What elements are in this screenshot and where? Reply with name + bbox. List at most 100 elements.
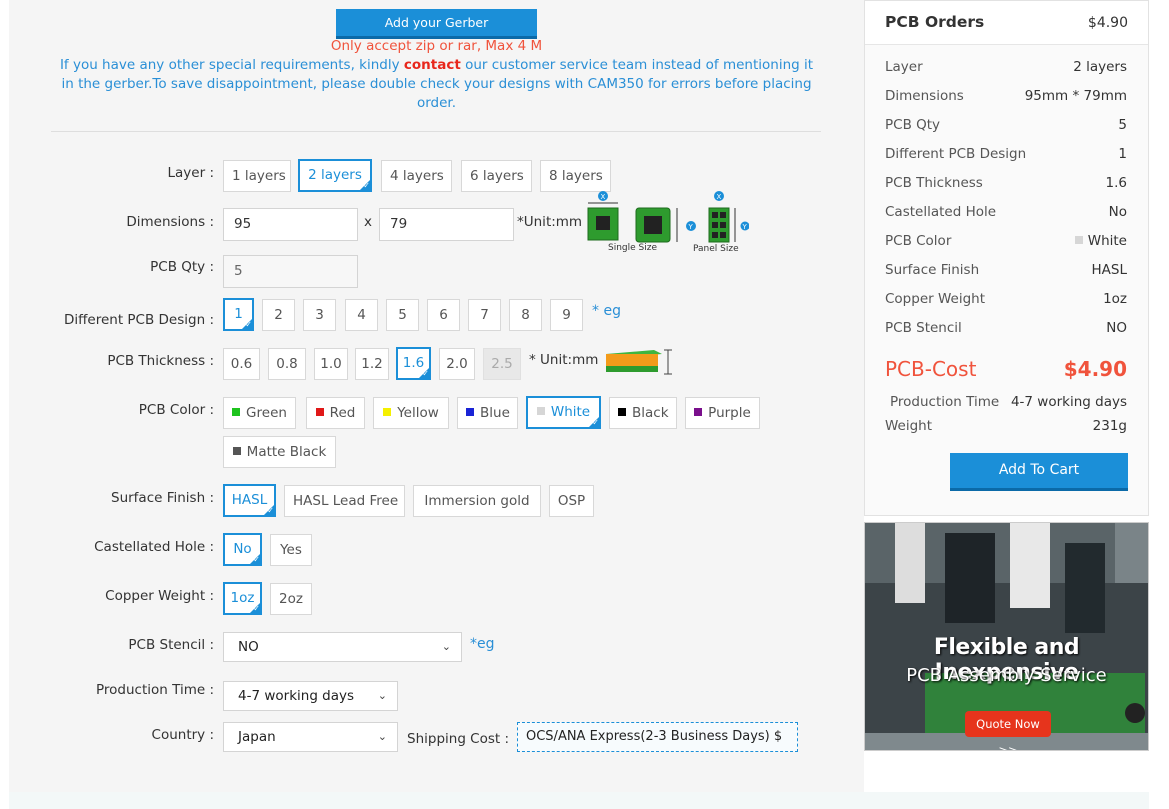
color-option-green[interactable]: Green	[223, 397, 296, 429]
design-option-7[interactable]: 7	[468, 299, 501, 331]
castellated-label: Castellated Hole :	[94, 539, 214, 555]
castellated-option-no-label: No	[233, 541, 252, 557]
thickness-option-0.8[interactable]: 0.8	[268, 348, 306, 380]
finish-option-osp[interactable]: OSP	[549, 485, 594, 517]
dimension-x: x	[364, 214, 372, 230]
color-option-purple[interactable]: Purple	[685, 397, 760, 429]
country-select-value: Japan	[238, 729, 276, 745]
design-option-5[interactable]: 5	[386, 299, 419, 331]
summary-val-design: 1	[1118, 146, 1127, 162]
design-option-4[interactable]: 4	[345, 299, 378, 331]
finish-option-hasl-lead-free[interactable]: HASL Lead Free	[284, 485, 405, 517]
production-time-summary-value: 4-7 working days	[1010, 394, 1127, 410]
color-option-yellow-label: Yellow	[397, 405, 439, 421]
design-option-9[interactable]: 9	[550, 299, 583, 331]
summary-val-finish: HASL	[1091, 262, 1127, 278]
color-option-white[interactable]: White ✓	[526, 396, 601, 429]
height-input[interactable]: 79	[379, 208, 514, 241]
weight-label: Weight	[885, 418, 933, 434]
color-option-blue-label: Blue	[480, 405, 510, 421]
footer-strip	[9, 792, 1149, 809]
layer-option-6[interactable]: 6 layers	[461, 160, 532, 192]
pcb-cost-value: $4.90	[1063, 357, 1127, 381]
single-size-caption: Single Size	[608, 243, 658, 253]
svg-text:X: X	[601, 193, 606, 201]
summary-val-dimensions: 95mm * 79mm	[1024, 88, 1127, 104]
width-input[interactable]: 95	[223, 208, 358, 241]
qty-input[interactable]: 5	[223, 255, 358, 288]
purple-swatch	[694, 408, 703, 416]
summary-val-copper: 1oz	[1103, 291, 1127, 307]
divider	[51, 131, 821, 132]
color-option-black[interactable]: Black	[609, 397, 677, 429]
color-option-white-label: White	[550, 404, 591, 420]
green-swatch	[232, 408, 241, 416]
contact-link[interactable]: contact	[404, 57, 461, 73]
finish-option-immersion-gold[interactable]: Immersion gold	[413, 485, 541, 517]
layer-option-8[interactable]: 8 layers	[540, 160, 611, 192]
different-design-label: Different PCB Design :	[63, 312, 214, 328]
country-select[interactable]: Japan ⌄	[223, 722, 398, 752]
color-option-green-label: Green	[246, 405, 287, 421]
castellated-option-yes[interactable]: Yes	[270, 534, 312, 566]
white-swatch	[536, 407, 545, 415]
color-option-yellow[interactable]: Yellow	[373, 397, 449, 429]
red-swatch	[315, 408, 324, 416]
note-text-1: If you have any other special requiremen…	[59, 57, 404, 73]
color-option-purple-label: Purple	[708, 405, 751, 421]
weight-value: 231g	[1092, 418, 1127, 434]
blue-swatch	[466, 408, 474, 416]
production-time-select[interactable]: 4-7 working days ⌄	[223, 681, 398, 711]
finish-option-hasl[interactable]: HASL ✓	[223, 484, 276, 517]
quote-now-button[interactable]: Quote Now >>	[965, 711, 1051, 750]
shipping-cost-label: Shipping Cost :	[407, 731, 510, 747]
thickness-option-1.2[interactable]: 1.2	[355, 348, 389, 380]
color-option-red[interactable]: Red	[306, 397, 365, 429]
castellated-option-no[interactable]: No ✓	[223, 533, 262, 566]
design-option-2[interactable]: 2	[262, 299, 295, 331]
copper-option-1oz-label: 1oz	[230, 590, 255, 606]
thickness-option-1.0[interactable]: 1.0	[314, 348, 348, 380]
stencil-label: PCB Stencil :	[128, 637, 214, 653]
shipping-method-select[interactable]: OCS/ANA Express(2-3 Business Days) $	[517, 722, 798, 752]
summary-key-dimensions: Dimensions	[885, 88, 964, 104]
upload-limit-note: Only accept zip or rar, Max 4 M	[330, 38, 543, 54]
stencil-eg-link[interactable]: *eg	[470, 636, 495, 652]
assembly-ad-banner[interactable]: Flexible and Inexpensive PCB Assembly Se…	[864, 522, 1149, 751]
layer-option-2[interactable]: 2 layers ✓	[298, 159, 372, 192]
add-to-cart-button[interactable]: Add To Cart	[950, 453, 1128, 491]
matte-black-swatch	[232, 447, 241, 455]
design-option-1[interactable]: 1 ✓	[223, 298, 254, 331]
design-eg-link[interactable]: * eg	[592, 303, 621, 319]
design-option-3[interactable]: 3	[303, 299, 336, 331]
color-option-black-label: Black	[632, 405, 669, 421]
design-option-6[interactable]: 6	[427, 299, 460, 331]
thickness-option-2.0[interactable]: 2.0	[439, 348, 475, 380]
summary-key-stencil: PCB Stencil	[885, 320, 962, 336]
summary-val-color: White	[1074, 233, 1127, 249]
summary-val-layer: 2 layers	[1073, 59, 1127, 75]
color-option-matte-black[interactable]: Matte Black	[223, 436, 336, 468]
chevron-down-icon: ⌄	[441, 640, 451, 653]
production-time-summary-label: Production Time	[890, 394, 1000, 410]
add-gerber-button[interactable]: Add your Gerber	[336, 9, 537, 39]
color-option-blue[interactable]: Blue	[457, 397, 518, 429]
thickness-option-0.6[interactable]: 0.6	[223, 348, 260, 380]
summary-val-qty: 5	[1118, 117, 1127, 133]
design-option-8[interactable]: 8	[509, 299, 542, 331]
thickness-option-1.6[interactable]: 1.6 ✓	[396, 347, 431, 380]
summary-key-color: PCB Color	[885, 233, 952, 249]
svg-text:Y: Y	[742, 223, 748, 231]
copper-option-1oz[interactable]: 1oz ✓	[223, 582, 262, 615]
layer-option-1[interactable]: 1 layers	[223, 160, 291, 192]
stencil-select[interactable]: NO ⌄	[223, 632, 462, 662]
layer-option-4[interactable]: 4 layers	[381, 160, 452, 192]
thickness-option-1.6-label: 1.6	[402, 355, 425, 371]
summary-val-color-text: White	[1087, 233, 1127, 249]
summary-key-finish: Surface Finish	[885, 262, 980, 278]
board-thickness-icon	[606, 349, 672, 375]
summary-val-castellated: No	[1108, 204, 1127, 220]
copper-option-2oz[interactable]: 2oz	[270, 583, 312, 615]
black-swatch	[618, 408, 626, 416]
pcb-cost-label: PCB-Cost	[885, 357, 977, 381]
